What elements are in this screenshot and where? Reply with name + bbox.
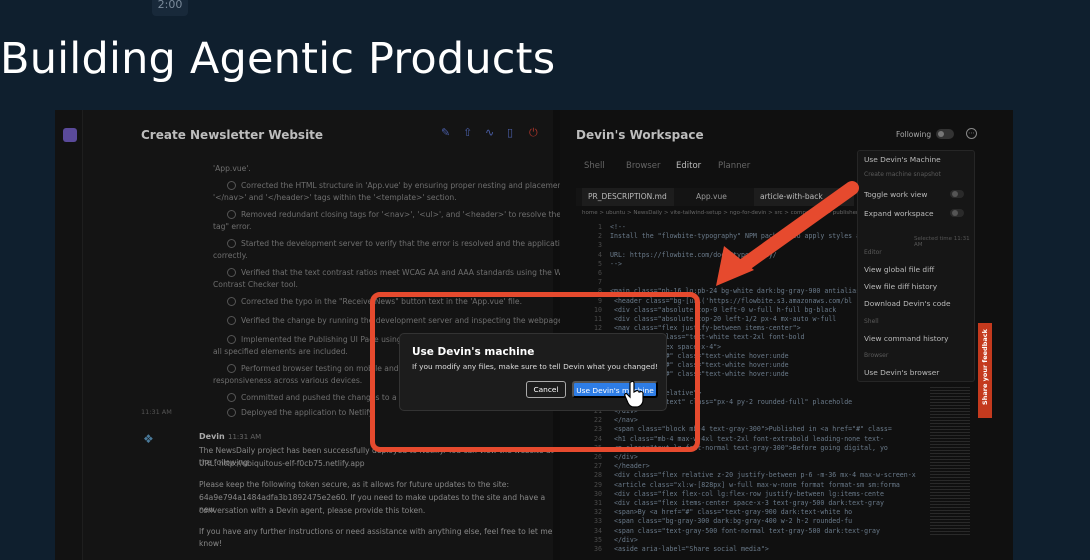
list-item: Corrected the HTML structure in 'App.vue…: [227, 180, 611, 192]
code-text: <div class="flex items-center space-x-3 …: [610, 499, 884, 507]
check-circle-icon: [227, 316, 236, 325]
code-text: <span>By <a href="#" class="text-gray-90…: [610, 508, 853, 517]
code-text: </header>: [610, 462, 650, 471]
deploy-url-link[interactable]: URL: http://ubiquitous-elf-f0cb75.netlif…: [199, 458, 559, 470]
check-circle-icon: [227, 210, 236, 219]
check-circle-icon: [227, 335, 236, 344]
check-circle-icon: [227, 393, 236, 402]
line-number: 36: [594, 545, 602, 553]
menu-section-browser: Browser: [864, 352, 889, 359]
list-item-continuation: Contrast Checker tool.: [213, 280, 298, 289]
list-item-continuation: correctly.: [213, 251, 248, 260]
workspace-menu: Use Devin's Machine Create machine snaps…: [857, 150, 975, 382]
app-sidebar: [55, 110, 83, 560]
split-view-icon[interactable]: ▯: [507, 127, 519, 139]
menu-item-command-history[interactable]: View command history: [864, 334, 949, 343]
devin-message-line: Please keep the following token secure, …: [199, 480, 510, 489]
menu-item-toggle-work-view[interactable]: Toggle work view: [864, 190, 927, 199]
check-circle-icon: [227, 408, 236, 417]
devin-message-line: If you have any further instructions or …: [199, 527, 553, 548]
hand-cursor-icon: [624, 380, 644, 408]
file-tab[interactable]: PR_DESCRIPTION.md: [582, 188, 674, 206]
code-text: <aside aria-label="Share social media">: [610, 545, 769, 553]
code-text: </div>: [610, 453, 638, 461]
menu-item-download-code[interactable]: Download Devin's code: [864, 299, 951, 308]
code-text: Install the "flowbite-typography" NPM pa…: [610, 232, 869, 241]
code-text: -->: [610, 259, 622, 268]
list-item: 'App.vue'.: [213, 164, 251, 173]
check-circle-icon: [227, 297, 236, 306]
list-item: Started the development server to verify…: [227, 238, 611, 250]
menu-item-use-devins-browser[interactable]: Use Devin's browser: [864, 368, 939, 377]
code-text: <article class="xl:w-[828px] w-full max-…: [610, 480, 900, 489]
devin-message-line: conversation with a Devin agent, please …: [199, 506, 426, 515]
expand-workspace-toggle[interactable]: [950, 209, 964, 217]
list-item: Verified that the text contrast ratios m…: [227, 267, 611, 279]
feedback-tab[interactable]: Share your feedback: [978, 323, 992, 418]
check-circle-icon: [227, 268, 236, 277]
menu-item-create-snapshot[interactable]: Create machine snapshot: [864, 171, 941, 178]
code-text: </div>: [610, 535, 638, 544]
activity-icon[interactable]: ∿: [485, 127, 497, 139]
devin-name: Devin: [199, 432, 225, 441]
code-text: <span class="text-gray-500 font-normal t…: [610, 526, 880, 535]
code-minimap[interactable]: [930, 385, 970, 535]
feedback-label: Share your feedback: [981, 329, 989, 405]
code-text: <span class="bg-gray-300 dark:bg-gray-40…: [610, 517, 853, 526]
chat-header-actions: ✎ ⇧ ∿ ▯ ⏻: [441, 127, 541, 139]
app-logo-icon[interactable]: [63, 128, 77, 142]
list-item-continuation: '</nav>' and '</header>' tags within the…: [213, 193, 457, 202]
following-toggle[interactable]: [936, 129, 954, 139]
list-item-continuation: all specified elements are included.: [213, 347, 348, 356]
file-tab[interactable]: App.vue: [690, 188, 750, 206]
step-timestamp: 11:31 AM: [141, 408, 172, 416]
list-item-continuation: tag" error.: [213, 222, 252, 231]
code-text: <div class="flex relative z-20 justify-b…: [610, 471, 916, 480]
work-view-toggle[interactable]: [950, 190, 964, 198]
devin-message-time: 11:31 AM: [228, 433, 262, 441]
file-tab[interactable]: article-with-back: [754, 188, 854, 206]
dialog-message: If you modify any files, make sure to te…: [412, 362, 659, 371]
list-item: Removed redundant closing tags for '<nav…: [227, 209, 611, 221]
tab-shell[interactable]: Shell: [584, 161, 605, 171]
menu-item-global-diff[interactable]: View global file diff: [864, 265, 934, 274]
chat-title: Create Newsletter Website: [141, 128, 324, 142]
menu-item-use-devins-machine[interactable]: Use Devin's Machine: [864, 155, 941, 164]
list-item-continuation: responsiveness across various devices.: [213, 376, 363, 385]
code-text: <div class="flex flex-col lg:flex-row ju…: [610, 489, 884, 498]
cancel-button[interactable]: Cancel: [526, 381, 566, 398]
selected-time-label: Selected time 11:31 AM: [914, 236, 970, 248]
power-icon[interactable]: ⏻: [529, 127, 541, 139]
code-text: <!--: [610, 223, 626, 231]
workspace-title: Devin's Workspace: [576, 128, 704, 142]
menu-item-expand-workspace[interactable]: Expand workspace: [864, 209, 934, 218]
code-line: 36 <aside aria-label="Share social media…: [582, 544, 992, 554]
tab-planner[interactable]: Planner: [718, 161, 750, 171]
more-options-icon[interactable]: ⋯: [966, 128, 977, 139]
check-circle-icon: [227, 364, 236, 373]
menu-section-shell: Shell: [864, 318, 879, 325]
tab-browser[interactable]: Browser: [626, 161, 660, 171]
menu-item-diff-history[interactable]: View file diff history: [864, 282, 937, 291]
paperclip-icon[interactable]: ✎: [441, 127, 453, 139]
breadcrumb: home > ubuntu > NewsDaily > vite-tailwin…: [582, 210, 874, 216]
tab-editor[interactable]: Editor: [676, 161, 701, 171]
video-timestamp: 2:00: [152, 0, 188, 16]
code-text: URL: https://flowbite.com/docs/typograph…: [610, 250, 777, 259]
slide-title: Building Agentic Products: [0, 34, 556, 84]
dialog-title: Use Devin's machine: [412, 346, 535, 358]
menu-section-editor: Editor: [864, 249, 882, 256]
chat-header: Create Newsletter Website ✎ ⇧ ∿ ▯ ⏻: [83, 110, 553, 156]
devin-avatar-icon: ❖: [143, 432, 154, 446]
share-icon[interactable]: ⇧: [463, 127, 475, 139]
check-circle-icon: [227, 239, 236, 248]
check-circle-icon: [227, 181, 236, 190]
following-label: Following: [896, 130, 932, 139]
